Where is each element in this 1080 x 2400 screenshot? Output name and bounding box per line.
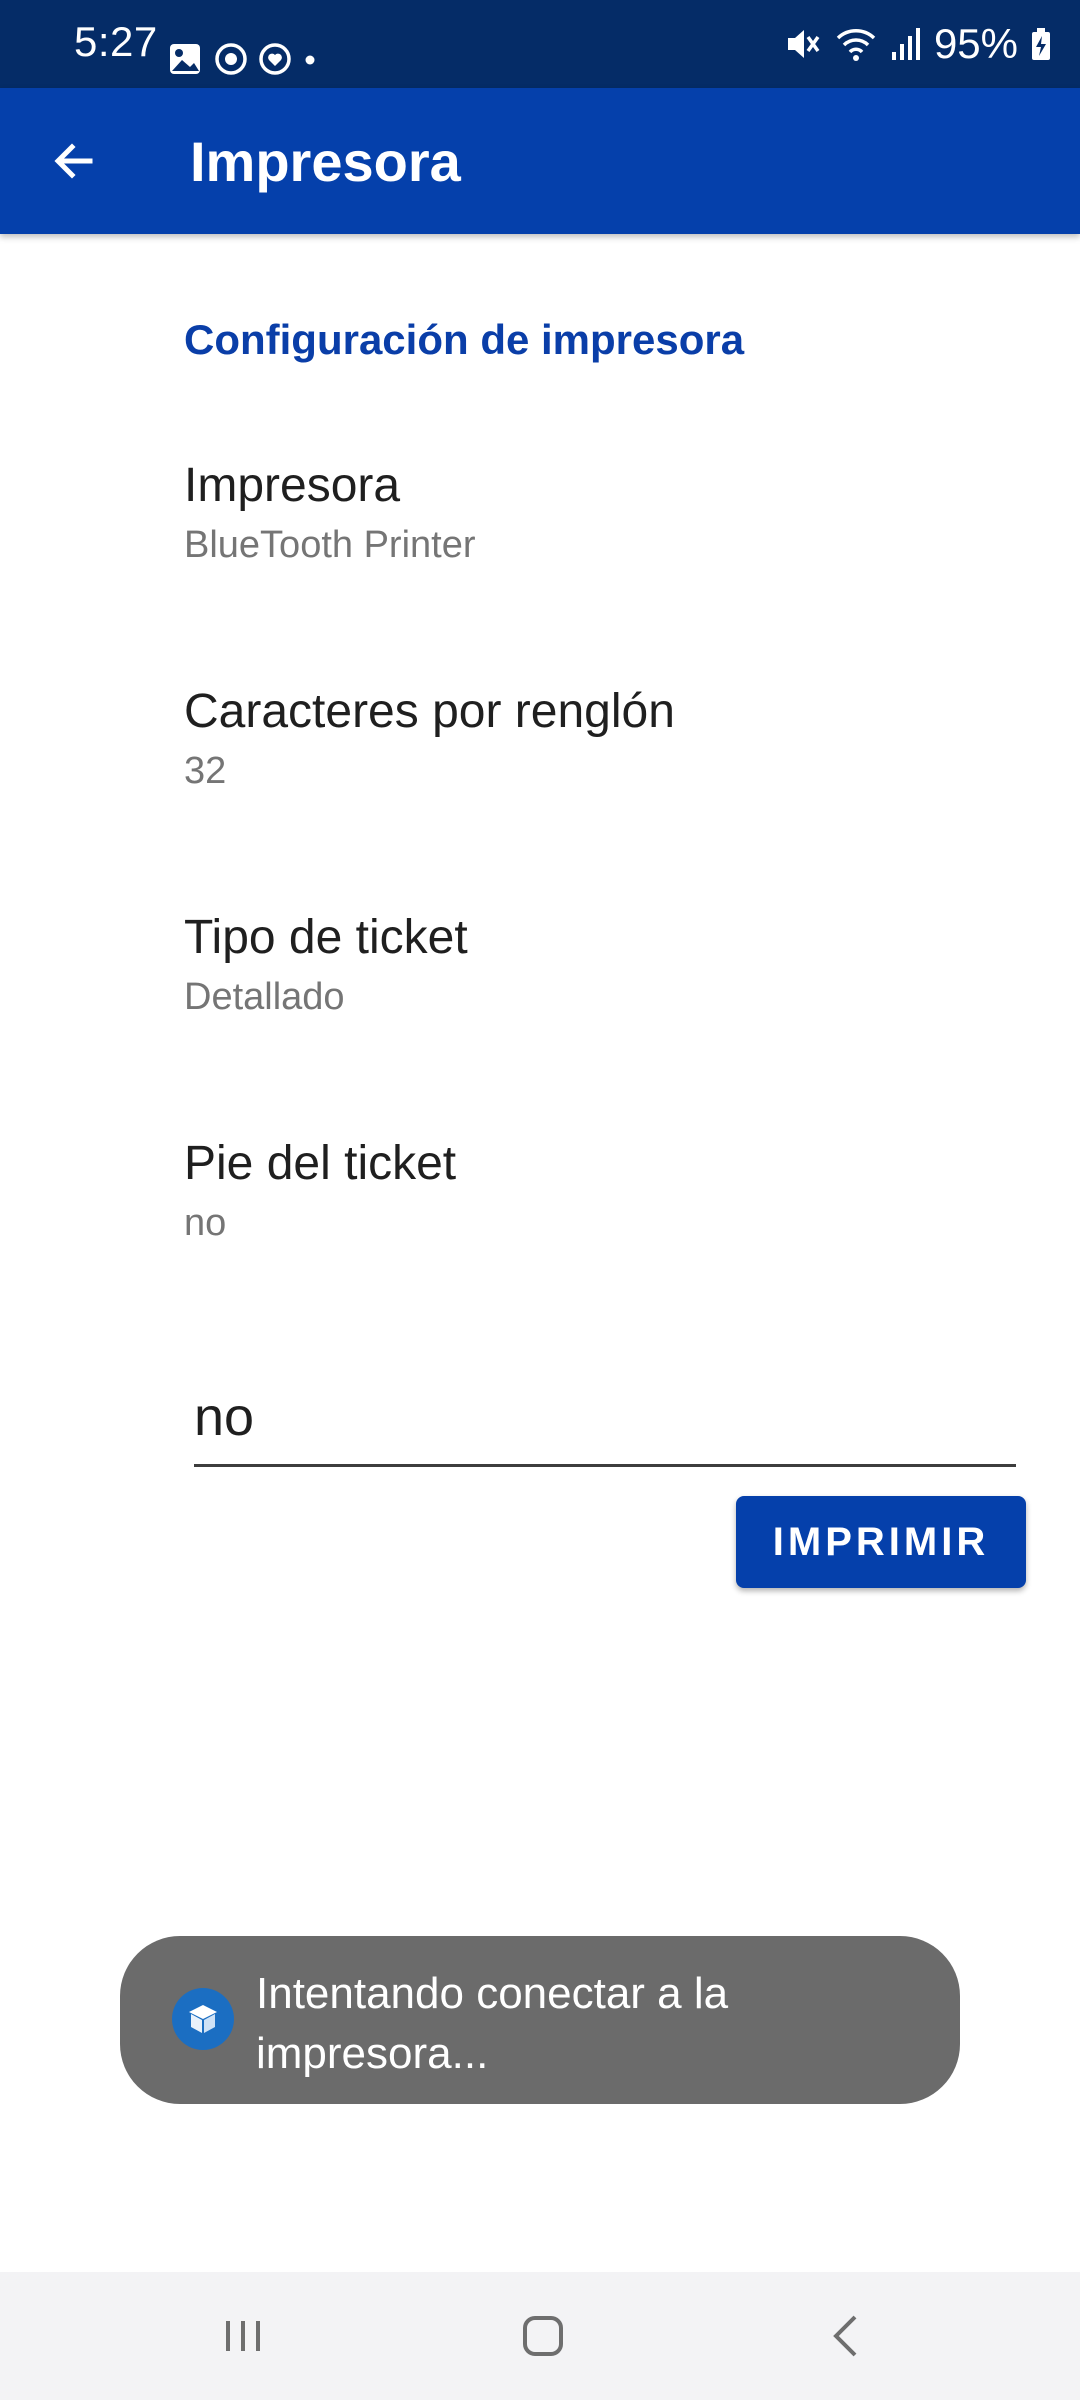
recent-apps-button[interactable] (198, 2300, 288, 2372)
app-bar: Impresora (0, 88, 1080, 234)
ticket-footer-input[interactable] (194, 1378, 1016, 1467)
package-icon (189, 2005, 217, 2033)
app-icon (172, 1988, 234, 2050)
toast-text: Intentando conectar a la impresora... (256, 1969, 729, 2078)
pref-caracteres-por-renglon[interactable]: Caracteres por renglón 32 (0, 684, 1080, 884)
pref-pie-del-ticket[interactable]: Pie del ticket no (0, 1136, 1080, 1336)
pref-summary: no (184, 1202, 227, 1244)
pref-title: Impresora (184, 459, 401, 512)
arrow-back-icon (54, 143, 93, 179)
pref-tipo-de-ticket[interactable]: Tipo de ticket Detallado (0, 910, 1080, 1110)
pref-summary: 32 (184, 750, 227, 792)
sync-app-icon (215, 43, 247, 75)
toast-message: Intentando conectar a la impresora... (120, 1936, 960, 2104)
chevron-left-icon (833, 2315, 857, 2357)
home-icon (523, 2316, 563, 2356)
pref-impresora[interactable]: Impresora BlueTooth Printer (0, 458, 1080, 658)
wifi-icon (836, 29, 876, 61)
system-status: 95% (782, 18, 1052, 70)
signal-icon (891, 28, 920, 60)
notification-icons (168, 40, 328, 80)
back-button[interactable] (34, 121, 114, 201)
recent-apps-icon (226, 2321, 260, 2351)
status-bar: 5:27 95% (0, 0, 1080, 88)
print-button[interactable]: IMPRIMIR (736, 1496, 1026, 1588)
section-header: Configuración de impresora (184, 316, 745, 363)
battery-charging-icon (1032, 28, 1050, 60)
pref-title: Tipo de ticket (184, 911, 468, 964)
mute-icon (787, 30, 820, 58)
heart-app-icon (259, 43, 291, 75)
pref-summary: Detallado (184, 976, 345, 1018)
pref-summary: BlueTooth Printer (184, 524, 476, 566)
status-time: 5:27 (74, 18, 158, 65)
gallery-icon (170, 44, 200, 74)
page-title: Impresora (190, 130, 461, 193)
battery-percentage: 95% (933, 20, 1018, 67)
home-button[interactable] (498, 2300, 588, 2372)
more-notifications-dot (305, 55, 315, 65)
system-nav-bar (0, 2272, 1080, 2400)
pref-title: Pie del ticket (184, 1137, 457, 1190)
back-nav-button[interactable] (802, 2300, 892, 2372)
pref-title: Caracteres por renglón (184, 685, 675, 738)
